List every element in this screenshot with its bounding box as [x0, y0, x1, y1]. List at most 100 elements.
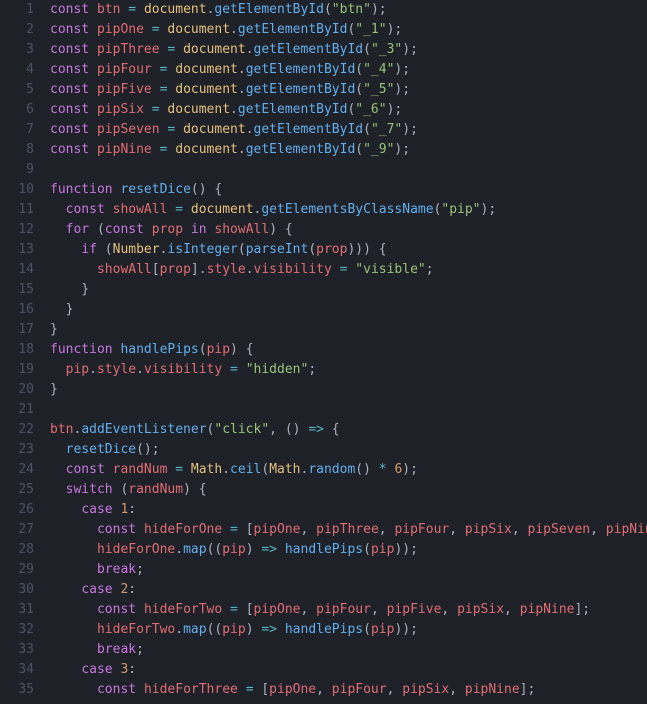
token-prop: visibility	[144, 362, 222, 377]
token-pun	[332, 262, 340, 277]
token-pun: (	[261, 462, 269, 477]
code-area[interactable]: const btn = document.getElementById("btn…	[42, 0, 647, 704]
token-prop: style	[97, 362, 136, 377]
token-pun: .	[230, 22, 238, 37]
code-line[interactable]: const btn = document.getElementById("btn…	[50, 0, 647, 20]
token-fn: getElementById	[246, 142, 356, 157]
token-pun	[89, 82, 97, 97]
code-line[interactable]: const pipNine = document.getElementById(…	[50, 140, 647, 160]
token-pun: (	[355, 142, 363, 157]
token-str: "_3"	[371, 42, 402, 57]
token-op: =	[128, 2, 136, 17]
token-fn: getElementsByClassName	[261, 202, 433, 217]
token-pun	[183, 462, 191, 477]
token-var: hideForOne	[144, 522, 222, 537]
code-line[interactable]: }	[50, 320, 647, 340]
token-pun: () {	[191, 182, 222, 197]
token-var: pipNine	[465, 682, 520, 697]
token-pun	[183, 202, 191, 217]
code-line[interactable]: const randNum = Math.ceil(Math.random() …	[50, 460, 647, 480]
token-prop: visibility	[254, 262, 332, 277]
token-str: "_5"	[363, 82, 394, 97]
token-pun	[89, 142, 97, 157]
code-line[interactable]: const hideForThree = [pipOne, pipFour, p…	[50, 680, 647, 700]
token-pun: ;	[308, 362, 316, 377]
token-pun: .	[246, 42, 254, 57]
token-obj: document	[183, 42, 246, 57]
token-pun: ,	[504, 602, 520, 617]
token-var: pip	[222, 542, 245, 557]
token-str: "_6"	[355, 102, 386, 117]
code-line[interactable]: const hideForOne = [pipOne, pipThree, pi…	[50, 520, 647, 540]
token-var: prop	[316, 242, 347, 257]
token-pun: (	[355, 82, 363, 97]
token-pun: (	[238, 242, 246, 257]
code-line[interactable]: const pipOne = document.getElementById("…	[50, 20, 647, 40]
code-line[interactable]: hideForOne.map((pip) => handlePips(pip))…	[50, 540, 647, 560]
line-number: 16	[0, 300, 34, 320]
code-line[interactable]: }	[50, 280, 647, 300]
code-line[interactable]: hideForTwo.map((pip) => handlePips(pip))…	[50, 620, 647, 640]
token-str: "_4"	[363, 62, 394, 77]
token-obj: document	[183, 122, 246, 137]
code-line[interactable]: const pipSix = document.getElementById("…	[50, 100, 647, 120]
code-line[interactable]: break;	[50, 640, 647, 660]
code-line[interactable]: function handlePips(pip) {	[50, 340, 647, 360]
token-pun: {	[324, 422, 340, 437]
token-var: pipOne	[269, 682, 316, 697]
code-line[interactable]: pip.style.visibility = "hidden";	[50, 360, 647, 380]
code-line[interactable]: }	[50, 380, 647, 400]
token-pun: );	[387, 102, 403, 117]
token-kw: const	[66, 202, 105, 217]
token-pun	[175, 42, 183, 57]
token-pun: );	[481, 202, 497, 217]
code-line[interactable]: const hideForTwo = [pipOne, pipFour, pip…	[50, 600, 647, 620]
code-line[interactable]: const pipThree = document.getElementById…	[50, 40, 647, 60]
token-str: "btn"	[332, 2, 371, 17]
token-var: hideForTwo	[144, 602, 222, 617]
token-kw: function	[50, 182, 113, 197]
token-op: =>	[261, 542, 277, 557]
token-var: pipOne	[254, 522, 301, 537]
token-kw: break	[97, 642, 136, 657]
code-line[interactable]: if (Number.isInteger(parseInt(prop))) {	[50, 240, 647, 260]
token-var: pipOne	[254, 602, 301, 617]
code-line[interactable]	[50, 160, 647, 180]
code-line[interactable]: }	[50, 300, 647, 320]
code-line[interactable]: for (const prop in showAll) {	[50, 220, 647, 240]
token-pun: ,	[387, 682, 403, 697]
token-pun	[50, 442, 66, 457]
code-line[interactable]: case 1:	[50, 500, 647, 520]
code-line[interactable]: const showAll = document.getElementsByCl…	[50, 200, 647, 220]
token-pun	[89, 22, 97, 37]
token-op: =>	[308, 422, 324, 437]
token-pun: [	[152, 262, 160, 277]
token-pun	[89, 122, 97, 137]
code-line[interactable]: function resetDice() {	[50, 180, 647, 200]
line-number: 1	[0, 0, 34, 20]
code-line[interactable]: switch (randNum) {	[50, 480, 647, 500]
token-pun: (	[199, 342, 207, 357]
code-line[interactable]: btn.addEventListener("click", () => {	[50, 420, 647, 440]
code-editor[interactable]: 1234567891011121314151617181920212223242…	[0, 0, 647, 704]
code-line[interactable]: break;	[50, 560, 647, 580]
token-pun	[136, 2, 144, 17]
code-line[interactable]: const pipFour = document.getElementById(…	[50, 60, 647, 80]
code-line[interactable]: case 2:	[50, 580, 647, 600]
token-pun: );	[402, 122, 418, 137]
token-var: btn	[50, 422, 73, 437]
token-pun	[277, 542, 285, 557]
line-number: 35	[0, 680, 34, 700]
code-line[interactable]: case 3:	[50, 660, 647, 680]
token-pun: :	[128, 582, 136, 597]
token-pun: ()	[355, 462, 378, 477]
code-line[interactable]: showAll[prop].style.visibility = "visibl…	[50, 260, 647, 280]
token-var: pipSix	[457, 602, 504, 617]
line-number: 25	[0, 480, 34, 500]
code-line[interactable]: resetDice();	[50, 440, 647, 460]
code-line[interactable]: const pipSeven = document.getElementById…	[50, 120, 647, 140]
token-pun	[152, 142, 160, 157]
line-number-gutter: 1234567891011121314151617181920212223242…	[0, 0, 42, 704]
code-line[interactable]	[50, 400, 647, 420]
code-line[interactable]: const pipFive = document.getElementById(…	[50, 80, 647, 100]
